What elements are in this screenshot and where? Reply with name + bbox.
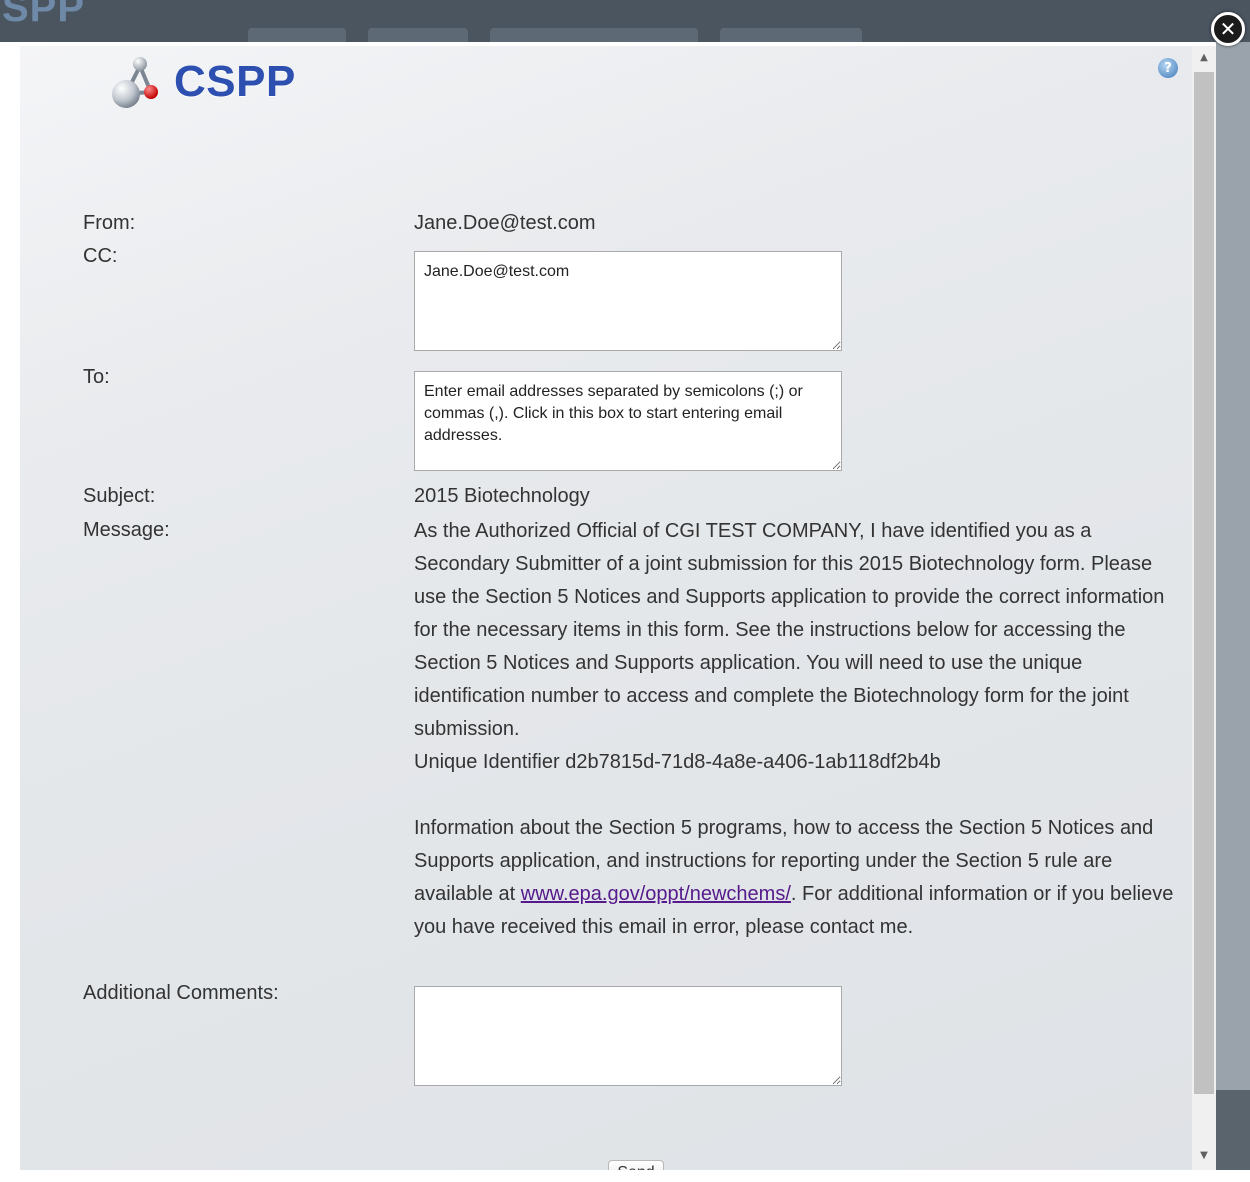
background-right-strip	[1216, 42, 1250, 1092]
message-label: Message:	[83, 519, 170, 541]
additional-comments-label: Additional Comments:	[83, 982, 279, 1004]
from-value: Jane.Doe@test.com	[414, 212, 596, 234]
message-body: As the Authorized Official of CGI TEST C…	[414, 515, 1184, 944]
background-tab	[490, 28, 698, 42]
background-tab	[368, 28, 468, 42]
close-icon[interactable]: ✕	[1211, 12, 1245, 46]
scroll-up-arrow-icon[interactable]: ▲	[1192, 48, 1216, 68]
background-right-strip-dark	[1216, 1090, 1250, 1170]
scrollbar-thumb[interactable]	[1194, 72, 1214, 1094]
background-header: SPP	[0, 0, 1250, 42]
cc-textarea[interactable]: Jane.Doe@test.com	[414, 251, 842, 351]
background-tabs	[248, 28, 862, 42]
message-paragraph-2: Information about the Section 5 programs…	[414, 812, 1184, 944]
background-tab	[248, 28, 346, 42]
subject-value: 2015 Biotechnology	[414, 485, 590, 507]
additional-comments-textarea[interactable]	[414, 986, 842, 1086]
to-textarea[interactable]: Enter email addresses separated by semic…	[414, 371, 842, 471]
epa-newchems-link[interactable]: www.epa.gov/oppt/newchems/	[521, 883, 791, 905]
unique-identifier-line: Unique Identifier d2b7815d-71d8-4a8e-a40…	[414, 751, 941, 773]
cc-label: CC:	[83, 245, 118, 267]
message-paragraph-1: As the Authorized Official of CGI TEST C…	[414, 520, 1165, 740]
background-tab	[720, 28, 862, 42]
background-logo: SPP	[2, 0, 86, 30]
to-label: To:	[83, 366, 110, 388]
scroll-down-arrow-icon[interactable]: ▼	[1192, 1146, 1216, 1166]
send-button[interactable]: Send	[608, 1160, 664, 1170]
email-modal: CSPP ? From: Jane.Doe@test.com CC: Jane.…	[20, 46, 1216, 1170]
cspp-logo: CSPP	[104, 50, 296, 114]
modal-scrollbar[interactable]: ▲ ▼	[1192, 46, 1216, 1170]
help-icon[interactable]: ?	[1158, 58, 1178, 78]
molecule-logo-icon	[112, 57, 158, 108]
subject-label: Subject:	[83, 485, 156, 507]
from-label: From:	[83, 212, 136, 234]
cspp-logo-text: CSPP	[174, 57, 296, 106]
